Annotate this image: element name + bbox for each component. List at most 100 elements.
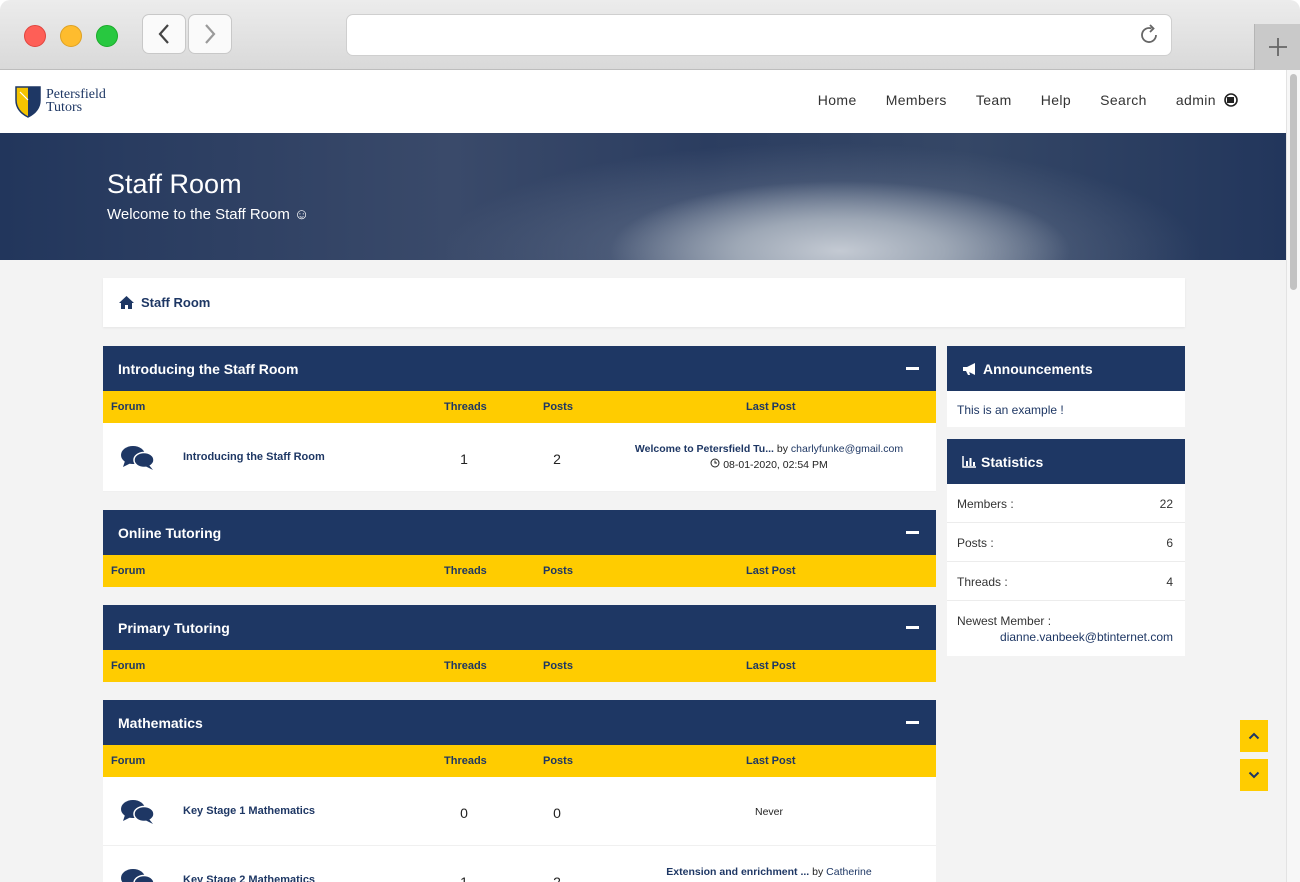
col-forum: Forum <box>111 565 146 577</box>
stat-posts-label: Posts : <box>957 536 994 550</box>
stat-posts: Posts : 6 <box>947 523 1185 562</box>
statistics-header: Statistics <box>947 439 1185 484</box>
plus-icon <box>1268 38 1287 56</box>
collapse-icon[interactable] <box>906 721 919 724</box>
logout-icon <box>1224 93 1238 107</box>
column-headers: Forum Threads Posts Last Post <box>103 555 936 587</box>
collapse-icon[interactable] <box>906 626 919 629</box>
category-title[interactable]: Primary Tutoring <box>118 620 230 636</box>
browser-chrome <box>0 0 1300 70</box>
col-forum: Forum <box>111 660 146 672</box>
page-scrollbar[interactable] <box>1286 70 1300 882</box>
logo-line-2: Tutors <box>46 100 83 115</box>
chevron-down-icon <box>1248 771 1260 779</box>
nav-home[interactable]: Home <box>818 92 857 108</box>
forum-name[interactable]: Introducing the Staff Room <box>183 451 325 463</box>
page-subtitle: Welcome to the Staff Room ☺ <box>107 206 310 223</box>
col-posts: Posts <box>543 660 573 672</box>
col-threads: Threads <box>444 565 487 577</box>
col-threads: Threads <box>444 401 487 413</box>
chat-bubbles-icon <box>121 869 155 882</box>
chevron-up-icon <box>1248 732 1260 740</box>
category-header: Mathematics <box>103 700 936 745</box>
forum-row: Introducing the Staff Room 1 2 Welcome t… <box>103 423 936 492</box>
chevron-left-icon <box>158 24 169 44</box>
address-bar[interactable] <box>346 14 1172 56</box>
category-header: Introducing the Staff Room <box>103 346 936 391</box>
hero-banner: Staff Room Welcome to the Staff Room ☺ <box>0 133 1286 260</box>
zoom-window-button[interactable] <box>96 25 118 47</box>
category-title[interactable]: Online Tutoring <box>118 525 221 541</box>
last-post-never: Never <box>754 806 783 818</box>
scrollbar-thumb[interactable] <box>1290 74 1297 290</box>
category-mathematics: Mathematics Forum Threads Posts Last Pos… <box>103 700 936 882</box>
last-post-date-line: 08-01-2020, 02:54 PM <box>589 458 949 471</box>
new-tab-button[interactable] <box>1254 24 1300 70</box>
collapse-icon[interactable] <box>906 367 919 370</box>
bar-chart-icon <box>962 456 976 468</box>
column-headers: Forum Threads Posts Last Post <box>103 391 936 423</box>
last-post-author[interactable]: charlyfunke@gmail.com <box>791 443 903 455</box>
home-icon[interactable] <box>118 295 135 310</box>
category-title[interactable]: Mathematics <box>118 715 203 731</box>
col-last-post: Last Post <box>746 565 796 577</box>
forum-posts: 2 <box>553 451 561 467</box>
nav-help[interactable]: Help <box>1041 92 1071 108</box>
category-header: Primary Tutoring <box>103 605 936 650</box>
stat-threads-label: Threads : <box>957 575 1008 589</box>
col-forum: Forum <box>111 401 146 413</box>
forum-name[interactable]: Key Stage 2 Mathematics <box>183 874 315 882</box>
last-post-title[interactable]: Welcome to Petersfield Tu... <box>635 443 774 455</box>
page-title: Staff Room <box>107 169 242 199</box>
last-post-title[interactable]: Extension and enrichment ... <box>666 866 809 878</box>
close-window-button[interactable] <box>24 25 46 47</box>
category-introducing: Introducing the Staff Room Forum Threads… <box>103 346 936 492</box>
stat-threads-value: 4 <box>1166 575 1173 589</box>
collapse-icon[interactable] <box>906 531 919 534</box>
nav-members[interactable]: Members <box>886 92 947 108</box>
user-name: admin <box>1175 92 1216 108</box>
scroll-down-button[interactable] <box>1240 759 1268 791</box>
chevron-right-icon <box>205 24 216 44</box>
stat-threads: Threads : 4 <box>947 562 1185 601</box>
announcements-panel: Announcements This is an example ! <box>947 346 1185 427</box>
scroll-up-button[interactable] <box>1240 720 1268 752</box>
statistics-panel: Statistics Members : 22 Posts : 6 Thread… <box>947 439 1185 656</box>
column-headers: Forum Threads Posts Last Post <box>103 650 936 682</box>
last-post-by: by <box>809 866 827 878</box>
category-title[interactable]: Introducing the Staff Room <box>118 361 298 377</box>
forum-threads: 0 <box>460 805 468 821</box>
minimize-window-button[interactable] <box>60 25 82 47</box>
stat-members: Members : 22 <box>947 484 1185 523</box>
back-button[interactable] <box>142 14 186 54</box>
stat-newest-value[interactable]: dianne.vanbeek@btinternet.com <box>957 630 1173 644</box>
last-post-author[interactable]: Catherine <box>826 866 872 878</box>
site-navbar: Petersfield Tutors Home Members Team Hel… <box>0 70 1286 133</box>
nav-search[interactable]: Search <box>1100 92 1147 108</box>
breadcrumb-current[interactable]: Staff Room <box>141 295 210 310</box>
user-menu[interactable]: admin <box>1176 92 1240 108</box>
site-logo[interactable]: Petersfield Tutors <box>14 84 106 118</box>
statistics-title: Statistics <box>981 453 1044 470</box>
column-headers: Forum Threads Posts Last Post <box>103 745 936 777</box>
breadcrumb: Staff Room <box>103 278 1185 327</box>
clock-icon <box>710 458 720 468</box>
reload-icon[interactable] <box>1137 23 1161 47</box>
shield-logo-icon <box>15 86 41 118</box>
col-forum: Forum <box>111 755 146 767</box>
col-posts: Posts <box>543 565 573 577</box>
col-threads: Threads <box>444 755 487 767</box>
stat-members-value: 22 <box>1159 497 1173 511</box>
forum-name[interactable]: Key Stage 1 Mathematics <box>183 805 315 817</box>
megaphone-icon <box>963 362 975 375</box>
forum-last-post: Welcome to Petersfield Tu... by charlyfu… <box>589 443 949 471</box>
last-post-by: by <box>773 443 791 455</box>
forum-last-post: Never <box>589 806 949 818</box>
forward-button[interactable] <box>188 14 232 54</box>
announcements-title: Announcements <box>983 360 1093 377</box>
col-posts: Posts <box>543 401 573 413</box>
stat-members-label: Members : <box>957 497 1014 511</box>
announcements-header: Announcements <box>947 346 1185 391</box>
nav-team[interactable]: Team <box>976 92 1012 108</box>
chat-bubbles-icon <box>121 446 155 470</box>
